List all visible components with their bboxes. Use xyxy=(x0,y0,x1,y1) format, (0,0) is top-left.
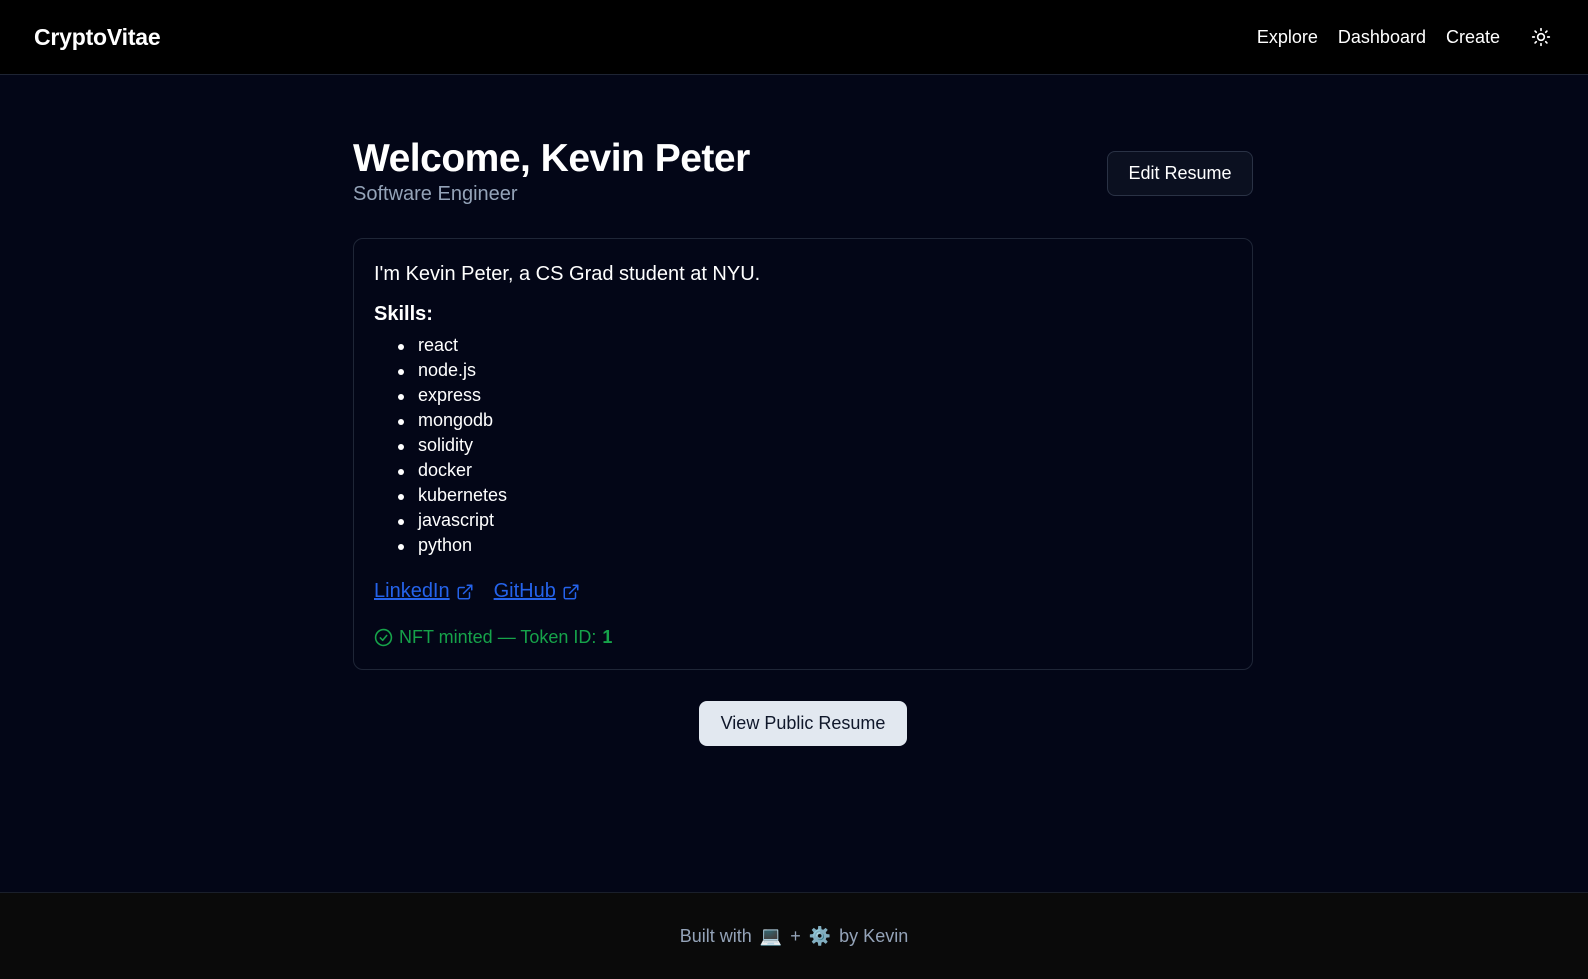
external-link-icon xyxy=(457,584,473,599)
token-id-value: 1 xyxy=(602,627,613,647)
edit-resume-button[interactable]: Edit Resume xyxy=(1107,151,1253,196)
profile-links: LinkedIn GitHub xyxy=(374,580,1232,603)
view-public-wrap: View Public Resume xyxy=(353,701,1253,746)
skills-list: react node.js express mongodb solidity d… xyxy=(374,333,1232,558)
resume-card: I'm Kevin Peter, a CS Grad student at NY… xyxy=(353,238,1253,670)
gear-icon: ⚙️ xyxy=(808,925,832,946)
brand-logo[interactable]: CryptoVitae xyxy=(34,24,161,51)
skill-item: mongodb xyxy=(398,408,1232,433)
dashboard-main: Welcome, Kevin Peter Software Engineer E… xyxy=(353,75,1253,746)
skill-item: javascript xyxy=(398,508,1232,533)
check-circle-icon xyxy=(374,628,393,647)
sun-icon xyxy=(1531,27,1551,47)
skill-item: docker xyxy=(398,458,1232,483)
skill-item: kubernetes xyxy=(398,483,1232,508)
linkedin-link-label: LinkedIn xyxy=(374,580,450,602)
github-link-label: GitHub xyxy=(493,580,556,602)
skill-item: solidity xyxy=(398,433,1232,458)
skill-item: react xyxy=(398,333,1232,358)
page: CryptoVitae Explore Dashboard Create Wel… xyxy=(0,0,1588,979)
nav-explore[interactable]: Explore xyxy=(1257,27,1318,48)
nft-status: NFT minted — Token ID: 1 xyxy=(374,627,1232,648)
nft-status-text: NFT minted — Token ID: xyxy=(399,627,597,647)
skill-item: express xyxy=(398,383,1232,408)
top-navbar: CryptoVitae Explore Dashboard Create xyxy=(0,0,1588,75)
footer-plus: + xyxy=(790,925,801,946)
bio-text: I'm Kevin Peter, a CS Grad student at NY… xyxy=(374,263,761,285)
skills-heading: Skills: xyxy=(374,303,433,325)
theme-toggle-button[interactable] xyxy=(1528,24,1554,50)
footer-suffix: by Kevin xyxy=(839,925,909,946)
footer: Built with 💻 + ⚙️ by Kevin xyxy=(0,892,1588,979)
profile-header: Welcome, Kevin Peter Software Engineer E… xyxy=(353,75,1253,238)
welcome-heading: Welcome, Kevin Peter xyxy=(353,137,750,180)
main-nav: Explore Dashboard Create xyxy=(1257,24,1554,50)
nav-create[interactable]: Create xyxy=(1446,27,1500,48)
external-link-icon xyxy=(563,584,579,599)
job-title: Software Engineer xyxy=(353,183,518,205)
skill-item: python xyxy=(398,533,1232,558)
footer-prefix: Built with xyxy=(679,925,752,946)
laptop-icon: 💻 xyxy=(759,925,783,946)
skill-item: node.js xyxy=(398,358,1232,383)
view-public-resume-button[interactable]: View Public Resume xyxy=(699,701,907,746)
github-link[interactable]: GitHub xyxy=(494,580,580,603)
nav-dashboard[interactable]: Dashboard xyxy=(1338,27,1426,48)
linkedin-link[interactable]: LinkedIn xyxy=(374,580,474,603)
